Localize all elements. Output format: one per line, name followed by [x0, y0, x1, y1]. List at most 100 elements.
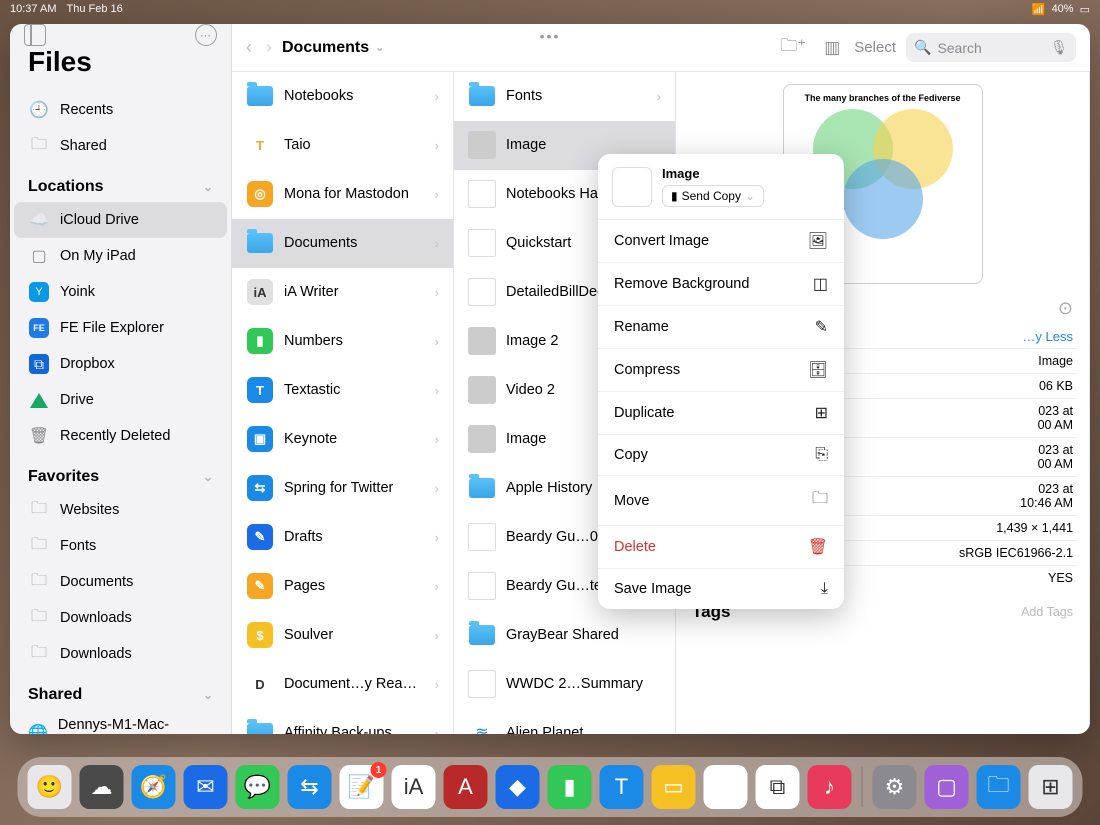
list-item[interactable]: DDocument…y Readdle› [232, 660, 453, 709]
sidebar-item[interactable]: 🕘Recents [14, 92, 227, 128]
dock-app[interactable]: ⧉ [756, 765, 800, 809]
dock-app[interactable]: ⇆ [288, 765, 332, 809]
search-icon: 🔍 [914, 39, 931, 56]
context-menu-item[interactable]: Convert Image🖼 [598, 220, 844, 262]
dock-app[interactable]: ▮ [548, 765, 592, 809]
dock-app[interactable]: 🗀 [977, 765, 1021, 809]
nav-forward-icon[interactable]: › [266, 37, 272, 58]
list-item[interactable]: WWDC 2…Summary [454, 660, 675, 709]
list-item[interactable]: iAiA Writer› [232, 268, 453, 317]
list-item[interactable]: ✎Pages› [232, 562, 453, 611]
sidebar-item[interactable]: 🗀Fonts [14, 528, 227, 564]
list-item[interactable]: ⇆Spring for Twitter› [232, 464, 453, 513]
list-item[interactable]: ◎Mona for Mastodon› [232, 170, 453, 219]
chevron-right-icon: › [435, 187, 439, 202]
chevron-right-icon: › [435, 138, 439, 153]
status-time: 10:37 AM [10, 3, 56, 15]
sidebar-item[interactable]: 🗀Shared [14, 128, 227, 164]
context-menu-item[interactable]: Save Image⤓ [598, 568, 844, 609]
dock-app[interactable]: A [444, 765, 488, 809]
sidebar-item[interactable]: 🗀Documents [14, 564, 227, 600]
battery-icon: ▭ [1080, 3, 1090, 16]
sidebar-item[interactable]: YYoink [14, 274, 227, 310]
nav-back-icon[interactable]: ‹ [246, 37, 252, 58]
chevron-right-icon: › [435, 89, 439, 104]
context-menu-item[interactable]: Rename✎ [598, 305, 844, 348]
dock-app[interactable]: iA [392, 765, 436, 809]
sidebar-item[interactable]: 🗀Downloads [14, 636, 227, 672]
dock-app[interactable]: ♪ [808, 765, 852, 809]
search-input[interactable]: 🔍 Search 🎙 [906, 33, 1076, 62]
sidebar-item[interactable]: Drive [14, 382, 227, 418]
chevron-down-icon: ⌄ [203, 688, 213, 702]
dock-app[interactable]: ✉ [184, 765, 228, 809]
list-item[interactable]: ▮Numbers› [232, 317, 453, 366]
sidebar-item[interactable]: ⧉Dropbox [14, 346, 227, 382]
dock-divider [862, 767, 863, 807]
view-mode-icon[interactable]: ▥ [820, 38, 844, 58]
section-header-shared[interactable]: Shared ⌄ [10, 680, 231, 710]
sidebar-toggle-icon[interactable] [24, 24, 46, 46]
dock-app[interactable]: 〰 [704, 765, 748, 809]
dock-app[interactable]: ⊞ [1029, 765, 1073, 809]
dock-app[interactable]: ☁ [80, 765, 124, 809]
sidebar: ⋯ Files 🕘Recents🗀Shared Locations ⌄ ☁️iC… [10, 24, 232, 734]
list-item[interactable]: GrayBear Shared [454, 611, 675, 660]
sidebar-more-icon[interactable]: ⋯ [195, 24, 217, 46]
files-window: ••• ⋯ Files 🕘Recents🗀Shared Locations ⌄ … [10, 24, 1090, 734]
chevron-updown-icon: ⌄ [745, 189, 755, 203]
chevron-right-icon: › [657, 89, 661, 104]
dock-app[interactable]: ⚙ [873, 765, 917, 809]
dock-app[interactable]: 🙂 [28, 765, 72, 809]
context-menu-item[interactable]: Copy⎘ [598, 434, 844, 475]
wifi-icon: 📶 [1032, 3, 1046, 16]
sidebar-item[interactable]: 🗑Recently Deleted [14, 418, 227, 454]
status-bar: 10:37 AM Thu Feb 16 📶 40% ▭ [0, 0, 1100, 18]
context-menu-item[interactable]: Compress🗄 [598, 348, 844, 391]
sidebar-item[interactable]: 🗀Websites [14, 492, 227, 528]
action-icon: ⊞ [815, 403, 828, 423]
dock-app[interactable]: ◆ [496, 765, 540, 809]
sidebar-item[interactable]: ▢On My iPad [14, 238, 227, 274]
chevron-right-icon: › [435, 530, 439, 545]
action-icon: 🗄 [808, 360, 828, 380]
select-button[interactable]: Select [854, 39, 896, 56]
context-menu-item[interactable]: Duplicate⊞ [598, 391, 844, 434]
list-item[interactable]: Notebooks› [232, 72, 453, 121]
context-menu-item[interactable]: Move🗀 [598, 475, 844, 525]
dock-app[interactable]: 💬 [236, 765, 280, 809]
dock-app[interactable]: ▢ [925, 765, 969, 809]
list-item[interactable]: TTextastic› [232, 366, 453, 415]
list-item[interactable]: TTaio› [232, 121, 453, 170]
chevron-down-icon: ⌄ [375, 41, 384, 54]
new-folder-icon[interactable]: 🗀⁺ [776, 33, 810, 62]
dock-app[interactable]: 🧭 [132, 765, 176, 809]
breadcrumb[interactable]: Documents ⌄ [282, 39, 384, 57]
dock-app[interactable]: 📝1 [340, 765, 384, 809]
context-menu-item[interactable]: Remove Background◫ [598, 262, 844, 305]
section-header-locations[interactable]: Locations ⌄ [10, 172, 231, 202]
dock-app[interactable]: ▭ [652, 765, 696, 809]
list-item[interactable]: ≋Alien Planet [454, 709, 675, 734]
sidebar-item[interactable]: ☁️iCloud Drive [14, 202, 227, 238]
add-tags-button[interactable]: Add Tags [1021, 605, 1073, 619]
dock-app[interactable]: T [600, 765, 644, 809]
section-header-favorites[interactable]: Favorites ⌄ [10, 462, 231, 492]
status-date: Thu Feb 16 [66, 3, 122, 15]
list-item[interactable]: $Soulver› [232, 611, 453, 660]
toolbar: ‹ › Documents ⌄ 🗀⁺ ▥ Select 🔍 Search 🎙 [232, 24, 1090, 72]
sidebar-item[interactable]: FEFE File Explorer [14, 310, 227, 346]
list-item[interactable]: Documents› [232, 219, 453, 268]
sidebar-item[interactable]: 🗀Downloads [14, 600, 227, 636]
list-item[interactable]: ✎Drafts› [232, 513, 453, 562]
context-menu-item[interactable]: Delete🗑 [598, 525, 844, 568]
list-item[interactable]: ▣Keynote› [232, 415, 453, 464]
mic-icon[interactable]: 🎙 [1050, 39, 1068, 56]
list-item[interactable]: Affinity Back-ups› [232, 709, 453, 734]
send-copy-button[interactable]: ▮ Send Copy ⌄ [662, 185, 764, 207]
action-icon: 🖼 [808, 231, 828, 251]
list-item[interactable]: Fonts› [454, 72, 675, 121]
multitask-grabber-icon[interactable]: ••• [540, 28, 561, 44]
chevron-right-icon: › [435, 677, 439, 692]
sidebar-item[interactable]: 🌐Dennys-M1-Mac-mini.local [14, 710, 227, 734]
